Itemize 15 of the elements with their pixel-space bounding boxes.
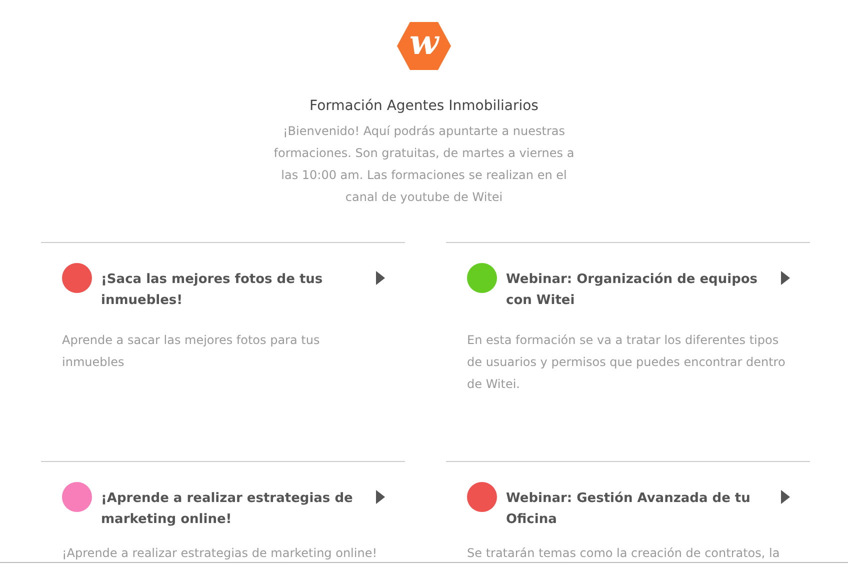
play-arrow-icon[interactable] (376, 490, 385, 504)
play-arrow-icon[interactable] (781, 490, 790, 504)
play-arrow-icon[interactable] (376, 271, 385, 285)
course-description: En esta formación se va a tratar los diferentes tipos de usuarios y permisos que puedes encontrar dentro de Witei. (467, 332, 786, 393)
logo-icon: w (396, 21, 452, 71)
play-arrow-icon[interactable] (781, 271, 790, 285)
course-description: Se tratarán temas como la creación de contratos, la (467, 545, 781, 562)
intro-text: ¡Bienvenido! Aquí podrás apuntarte a nuestras formaciones. Son gratuitas, de martes a viernes a las 10:00 am. Las formaciones se realizan en el canal de youtube de Witei (272, 123, 576, 206)
course-title[interactable]: ¡Saca las mejores fotos de tus inmuebles! (101, 269, 360, 311)
course-description: Aprende a sacar las mejores fotos para tus inmuebles (62, 332, 321, 371)
course-title[interactable]: Webinar: Organización de equipos con Witei (506, 269, 765, 311)
course-description: ¡Aprende a realizar estrategias de marketing online! (62, 545, 378, 562)
course-title[interactable]: ¡Aprende a realizar estrategias de marketing online! (101, 488, 360, 530)
page-title: Formación Agentes Inmobiliarios (310, 98, 538, 114)
course-title[interactable]: Webinar: Gestión Avanzada de tu Oficina (506, 488, 765, 530)
